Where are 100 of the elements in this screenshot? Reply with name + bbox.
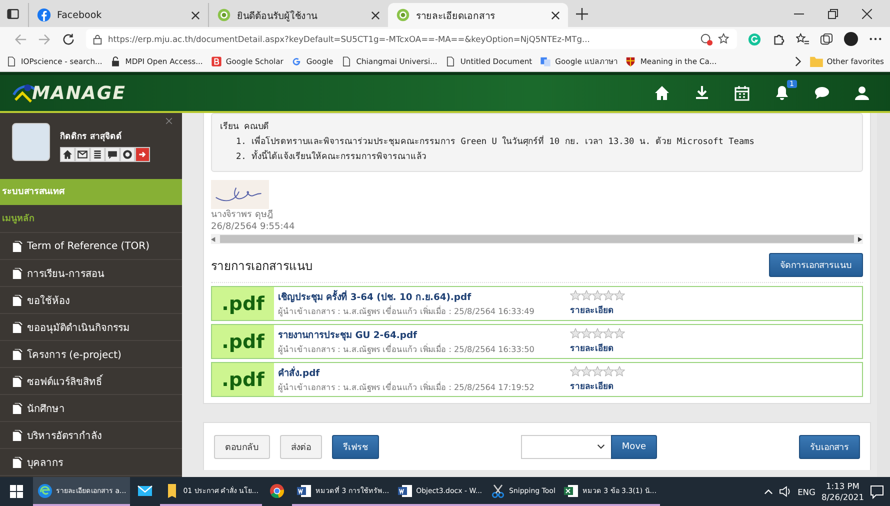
profile-avatar-icon[interactable]: [844, 32, 858, 46]
sidebar-item[interactable]: ซอฟต์แวร์ลิขสิทธิ์: [0, 368, 182, 395]
close-icon[interactable]: [862, 8, 872, 18]
scroll-right-icon[interactable]: [858, 236, 863, 242]
edge-icon: [37, 482, 53, 498]
logo-text: MANAGE: [32, 82, 126, 104]
chat-icon[interactable]: [105, 147, 120, 162]
tab-actions-icon[interactable]: [6, 6, 20, 20]
document-icon: [397, 482, 414, 498]
details-link[interactable]: รายละเอียด: [570, 303, 625, 317]
action-button[interactable]: ส่งต่อ: [280, 434, 322, 458]
file-name-link[interactable]: เชิญประชุม ครั้งที่ 3-64 (ปช. 10 ก.ย.64).pdf: [278, 292, 472, 304]
document-icon: [12, 456, 23, 468]
scroll-left-icon[interactable]: [211, 236, 216, 242]
logout-icon[interactable]: [135, 147, 150, 162]
star-rating[interactable]: [570, 366, 625, 377]
sidebar-item[interactable]: ขออนุมัติดำเนินกิจกรรม: [0, 314, 182, 341]
signature-image: [211, 180, 269, 209]
sidebar-item[interactable]: ขอใช้ห้อง: [0, 287, 182, 314]
more-icon[interactable]: [869, 37, 882, 41]
speaker-icon[interactable]: [778, 486, 792, 497]
restore-icon[interactable]: [828, 8, 838, 18]
g-letter-icon: [291, 56, 302, 66]
file-type-label: .pdf: [212, 363, 274, 396]
mail-icon[interactable]: [75, 147, 90, 162]
calendar-icon[interactable]: [734, 85, 750, 101]
document-icon: [12, 376, 23, 386]
translate-icon: [540, 56, 552, 66]
home-icon[interactable]: [60, 147, 75, 162]
mail-icon: [137, 482, 154, 498]
signed-date: 26/8/2564 9:55:44: [211, 221, 296, 233]
sidebar-item[interactable]: บุคลากร: [0, 449, 182, 476]
chat-icon[interactable]: [814, 85, 830, 101]
message-text: 1. เพื่อโปรดทราบและพิจารณาร่วมประชุมคณะกรรมการ Green U ในวันศุกร์ที่ 10 กย. เวลา 13.30 น. ด้วย Microsoft Teams: [235, 135, 756, 149]
message-text: 2. ทั้งนี้ได้แจ้งเรียนให้คณะกรรมการพิจารณาแล้ว: [235, 150, 428, 164]
vertical-scrollbar[interactable]: [877, 113, 890, 477]
shield-icon: [625, 56, 636, 66]
action-button[interactable]: ตอบกลับ: [214, 434, 270, 458]
clock-date[interactable]: 8/26/2021: [821, 492, 864, 502]
section-title: รายการเอกสารแนบ: [211, 258, 313, 274]
action-button[interactable]: รีเฟรช: [332, 434, 379, 458]
close-icon[interactable]: [551, 10, 560, 20]
details-link[interactable]: รายละเอียด: [570, 379, 625, 393]
download-icon[interactable]: [694, 85, 710, 101]
details-link[interactable]: รายละเอียด: [570, 341, 625, 355]
address-field[interactable]: https://erp.mju.ac.th/documentDetail.aspx?keyDefault=SU5CT1g=-MTcxOA==-MA==&keyOption=NjQ5NTEz-MTg...: [86, 29, 737, 49]
user-name: กิตติกร สาสุจิตต์: [60, 130, 123, 143]
facebook-icon: [37, 8, 51, 22]
site-icon: [217, 8, 231, 22]
document-icon: [12, 294, 23, 306]
refresh-icon[interactable]: [62, 32, 75, 46]
manage-attachments-button[interactable]: จัดการเอกสารแนบ: [769, 253, 863, 277]
chrome-icon: [269, 482, 286, 498]
close-icon[interactable]: [371, 10, 380, 20]
horizontal-scrollbar[interactable]: [211, 234, 863, 244]
star-rating[interactable]: [570, 290, 625, 301]
avatar-placeholder: [12, 123, 50, 161]
browser-tab[interactable]: รายละเอียดเอกสาร: [388, 3, 568, 27]
bell-icon[interactable]: [774, 85, 790, 101]
windows-start-icon[interactable]: [10, 485, 23, 498]
lock-icon: [92, 34, 103, 44]
sidebar-item[interactable]: บริหารอัตรากำลัง: [0, 422, 182, 449]
site-icon: [396, 8, 410, 22]
sidebar-item[interactable]: Term of Reference (TOR): [0, 233, 182, 260]
star-rating[interactable]: [570, 328, 625, 339]
page-icon: [6, 56, 17, 66]
chevron-right-icon[interactable]: [794, 56, 802, 66]
input-language[interactable]: ENG: [798, 486, 816, 496]
document-icon: [12, 322, 23, 332]
file-name-link[interactable]: คำสั่ง.pdf: [278, 368, 320, 380]
collections-icon[interactable]: [820, 32, 833, 46]
tab-title: ยินดีต้อนรับผู้ใช้งาน: [237, 10, 318, 22]
favorite-star-icon[interactable]: [718, 32, 731, 46]
move-button[interactable]: Move: [610, 434, 658, 458]
settings-icon[interactable]: [120, 147, 135, 162]
file-type-label: .pdf: [212, 325, 274, 358]
url-text: https://erp.mju.ac.th/documentDetail.aspx?keyDefault=SU5CT1g=-MTcxOA==-MA==&keyOption=NjQ5NTEz-MTg...: [108, 34, 591, 44]
chevron-up-icon[interactable]: [764, 488, 773, 494]
signer-name: นางจิราพร ดุษฎี: [211, 209, 274, 221]
document-icon: [296, 482, 312, 498]
home-icon[interactable]: [654, 85, 670, 101]
tab-title: Facebook: [57, 10, 103, 20]
sidebar-item[interactable]: การเรียน-การสอน: [0, 260, 182, 287]
b-letter-icon: [210, 56, 222, 66]
new-tab-icon[interactable]: [576, 8, 588, 20]
extension-icon[interactable]: [772, 32, 785, 46]
message-text: เรียน คณบดี: [220, 120, 270, 134]
favorites-icon[interactable]: [796, 32, 809, 46]
list-icon[interactable]: [90, 147, 105, 162]
clock-time[interactable]: 1:13 PM: [826, 480, 860, 492]
file-name-link[interactable]: รายงานการประชุม GU 2-64.pdf: [278, 330, 418, 342]
receive-document-button[interactable]: รับเอกสาร: [798, 434, 860, 458]
sidebar-item[interactable]: โครงการ (e-project): [0, 341, 182, 368]
close-icon[interactable]: [191, 10, 200, 20]
sidebar-item[interactable]: นักศึกษา: [0, 395, 182, 422]
uploader-info: ผู้นำเข้าเอกสาร : น.ส.ณัฐพร เขื่อนแก้ว เพิ่มเมื่อ : 25/8/2564 16:33:50: [278, 344, 534, 354]
logo[interactable]: MANAGE: [12, 82, 126, 104]
scrollbar-thumb[interactable]: [220, 235, 854, 243]
notifications-icon[interactable]: [870, 484, 884, 498]
user-icon[interactable]: [854, 85, 870, 101]
